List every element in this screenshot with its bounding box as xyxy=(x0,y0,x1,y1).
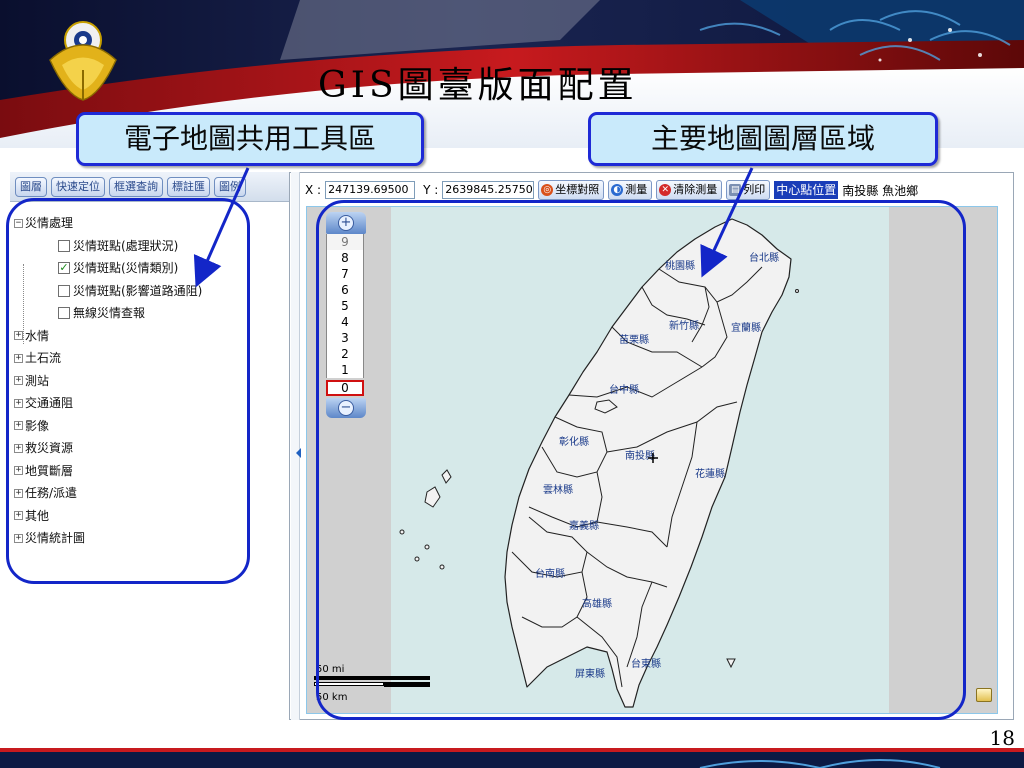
callout-arrow-toolbar xyxy=(193,167,250,288)
footer-graphic xyxy=(0,748,1024,768)
page-number: 18 xyxy=(989,726,1015,750)
footer-banner xyxy=(0,748,1024,768)
callout-arrow-map xyxy=(700,167,754,278)
presentation-slide: GIS圖臺版面配置 電子地圖共用工具區 主要地圖圖層區域 圖層 快速定位 框選查… xyxy=(0,0,1024,768)
callout-arrows xyxy=(193,167,754,288)
